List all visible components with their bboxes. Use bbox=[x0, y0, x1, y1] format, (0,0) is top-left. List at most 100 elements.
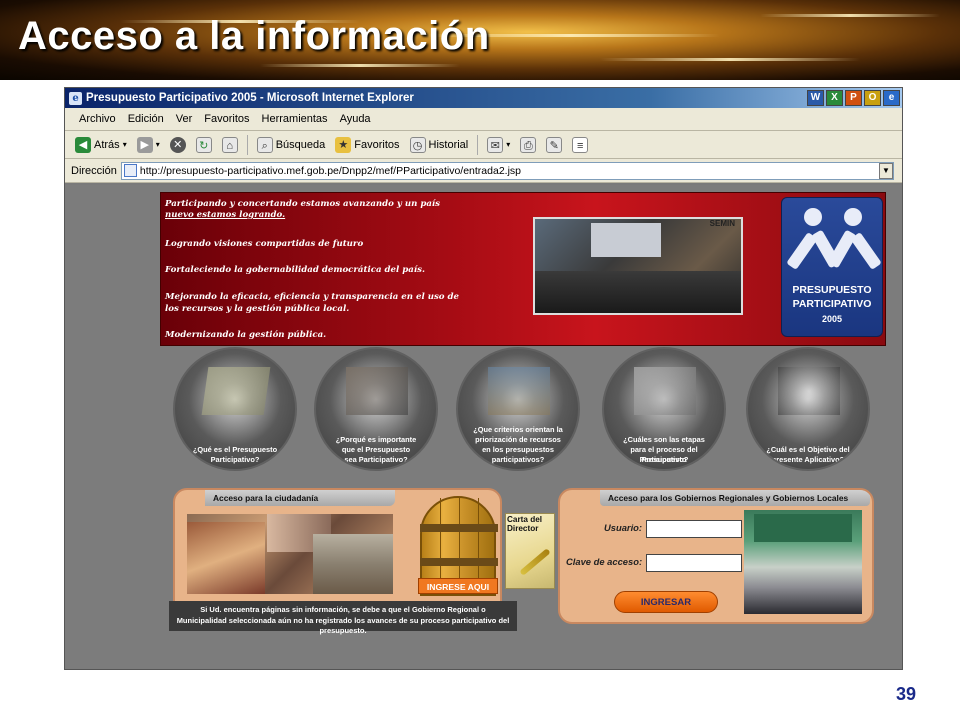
circle-label-line: sea Participativo? bbox=[344, 455, 408, 464]
back-button[interactable]: ◀ Atrás ▾ bbox=[71, 135, 131, 155]
dropdown-icon: ▾ bbox=[155, 140, 160, 149]
search-icon: ⌕ bbox=[256, 136, 273, 153]
menu-ayuda[interactable]: Ayuda bbox=[336, 111, 375, 127]
menu-herramientas[interactable]: Herramientas bbox=[258, 111, 332, 127]
address-field[interactable]: http://presupuesto-participativo.mef.gob… bbox=[120, 161, 894, 180]
dropdown-icon: ▾ bbox=[122, 140, 127, 149]
circle-label-line: ¿Cuál es el Objetivo del bbox=[766, 445, 850, 454]
page-number: 39 bbox=[895, 684, 916, 704]
excel-icon[interactable]: X bbox=[826, 90, 843, 106]
print-icon: ⎙ bbox=[520, 136, 537, 153]
forward-arrow-icon: ▶ bbox=[136, 136, 153, 153]
hero-line: Logrando visiones compartidas de futuro bbox=[165, 239, 364, 249]
menu-ver[interactable]: Ver bbox=[172, 111, 197, 127]
letter-label-line1: Carta del bbox=[507, 515, 543, 524]
circle-link-criterios[interactable]: ¿Que criterios orientan la priorización … bbox=[456, 347, 580, 471]
outlook-icon[interactable]: O bbox=[864, 90, 881, 106]
history-button[interactable]: ◷ Historial bbox=[406, 135, 473, 155]
word-icon[interactable]: W bbox=[807, 90, 824, 106]
book-image bbox=[201, 367, 271, 415]
government-access-panel: Acceso para los Gobiernos Regionales y G… bbox=[558, 488, 874, 624]
seminar-photo: SEMIN bbox=[533, 217, 743, 315]
back-arrow-icon: ◀ bbox=[75, 136, 91, 153]
info-notice: Si Ud. encuentra páginas sin información… bbox=[169, 601, 517, 635]
classroom-photo bbox=[744, 510, 862, 614]
discuss-button[interactable]: ≡ bbox=[568, 135, 592, 155]
address-dropdown-button[interactable]: ▼ bbox=[879, 162, 893, 179]
mail-icon: ✉ bbox=[487, 136, 504, 153]
hero-line: Modernizando la gestión pública. bbox=[165, 330, 327, 340]
stop-button[interactable]: ✕ bbox=[166, 135, 190, 155]
hero-line: Fortaleciendo la gobernabilidad democrát… bbox=[165, 265, 425, 275]
favorites-icon: ★ bbox=[335, 136, 352, 153]
menu-favoritos[interactable]: Favoritos bbox=[200, 111, 253, 127]
password-input[interactable] bbox=[646, 554, 742, 572]
hero-line: los recursos y la gestión pública local. bbox=[165, 304, 350, 314]
logo-line2: PARTICIPATIVO bbox=[792, 298, 872, 310]
menu-edicion[interactable]: Edición bbox=[124, 111, 168, 127]
circle-label-line: ¿Porqué es importante bbox=[335, 435, 417, 444]
stop-icon: ✕ bbox=[169, 136, 186, 153]
hero-line: Participando y concertando estamos avanz… bbox=[165, 199, 441, 209]
toolbar-separator bbox=[246, 134, 248, 155]
page-content: Participando y concertando estamos avanz… bbox=[65, 185, 902, 669]
refresh-icon: ↻ bbox=[195, 136, 212, 153]
letter-label-line2: Director bbox=[507, 524, 539, 533]
browser-titlebar: e Presupuesto Participativo 2005 - Micro… bbox=[65, 88, 902, 108]
mail-button[interactable]: ✉ ▾ bbox=[483, 135, 514, 155]
user-label: Usuario: bbox=[604, 522, 643, 533]
circle-label-line: ¿Que criterios orientan la bbox=[473, 425, 563, 434]
search-button[interactable]: ⌕ Búsqueda bbox=[253, 135, 330, 155]
print-button[interactable]: ⎙ bbox=[516, 135, 540, 155]
forward-button[interactable]: ▶ ▾ bbox=[133, 135, 164, 155]
powerpoint-icon[interactable]: P bbox=[845, 90, 862, 106]
menu-archivo[interactable]: Archivo bbox=[75, 111, 120, 127]
ie-icon: e bbox=[69, 91, 82, 105]
header-banner: Acceso a la información bbox=[0, 0, 960, 80]
circle-label-line: Participativo? bbox=[210, 455, 260, 464]
target-image bbox=[778, 367, 840, 415]
circle-link-porque[interactable]: ¿Porqué es importante que el Presupuesto… bbox=[314, 347, 438, 471]
circle-link-objetivo[interactable]: ¿Cuál es el Objetivo del presente Aplica… bbox=[746, 347, 870, 471]
window-title: Presupuesto Participativo 2005 - Microso… bbox=[86, 92, 414, 104]
slide-title: Acceso a la información bbox=[18, 14, 490, 58]
logo-year: 2005 bbox=[821, 314, 843, 324]
photo-caption: SEMIN bbox=[709, 219, 735, 228]
circle-label-line: Participativo? bbox=[639, 455, 689, 464]
home-icon: ⌂ bbox=[221, 136, 238, 153]
dropdown-icon: ▾ bbox=[506, 140, 511, 149]
user-input[interactable] bbox=[646, 520, 742, 538]
toolbar: ◀ Atrás ▾ ▶ ▾ ✕ ↻ ⌂ ⌕ Búsqueda ★ Favorit… bbox=[65, 131, 902, 159]
back-label: Atrás bbox=[94, 138, 120, 151]
circle-link-etapas[interactable]: ¿Cuáles son las etapas para el proceso d… bbox=[602, 347, 726, 471]
carta-director-link[interactable]: Carta del Director bbox=[505, 513, 555, 589]
refresh-button[interactable]: ↻ bbox=[192, 135, 216, 155]
password-label: Clave de acceso: bbox=[566, 556, 643, 567]
circle-label-line: en los presupuestos bbox=[482, 445, 554, 454]
circle-label-line: presente Aplicativo? bbox=[771, 455, 845, 464]
circle-label-line: ¿Cuáles son las etapas bbox=[623, 435, 705, 444]
landscape-image bbox=[488, 367, 550, 415]
gov-panel-title: Acceso para los Gobiernos Regionales y G… bbox=[600, 490, 870, 506]
menu-bar: Archivo Edición Ver Favoritos Herramient… bbox=[65, 108, 902, 131]
favorites-label: Favoritos bbox=[354, 138, 400, 151]
address-url: http://presupuesto-participativo.mef.gob… bbox=[139, 164, 521, 177]
address-bar: Dirección http://presupuesto-participati… bbox=[65, 159, 902, 183]
titlebar-app-icons: W X P O e bbox=[807, 90, 902, 106]
citizens-collage-image bbox=[187, 514, 393, 594]
circle-label-line: participativos? bbox=[491, 455, 545, 464]
home-button[interactable]: ⌂ bbox=[218, 135, 242, 155]
ingrese-aqui-button[interactable]: INGRESE AQUI bbox=[418, 578, 498, 594]
ie-taskbar-icon[interactable]: e bbox=[883, 90, 900, 106]
hero-line: nuevo estamos logrando. bbox=[165, 210, 286, 220]
search-label: Búsqueda bbox=[275, 138, 326, 151]
ingresar-button[interactable]: INGRESAR bbox=[614, 591, 718, 613]
page-icon bbox=[123, 164, 137, 177]
logo-line1: PRESUPUESTO bbox=[792, 284, 872, 296]
circle-link-que-es[interactable]: ¿Qué es el Presupuesto Participativo? bbox=[173, 347, 297, 471]
toolbar-separator bbox=[477, 134, 479, 155]
hero-line: Mejorando la eficacia, eficiencia y tran… bbox=[165, 292, 460, 302]
browser-window: e Presupuesto Participativo 2005 - Micro… bbox=[64, 87, 903, 670]
favorites-button[interactable]: ★ Favoritos bbox=[331, 135, 403, 155]
edit-button[interactable]: ✎ bbox=[542, 135, 566, 155]
